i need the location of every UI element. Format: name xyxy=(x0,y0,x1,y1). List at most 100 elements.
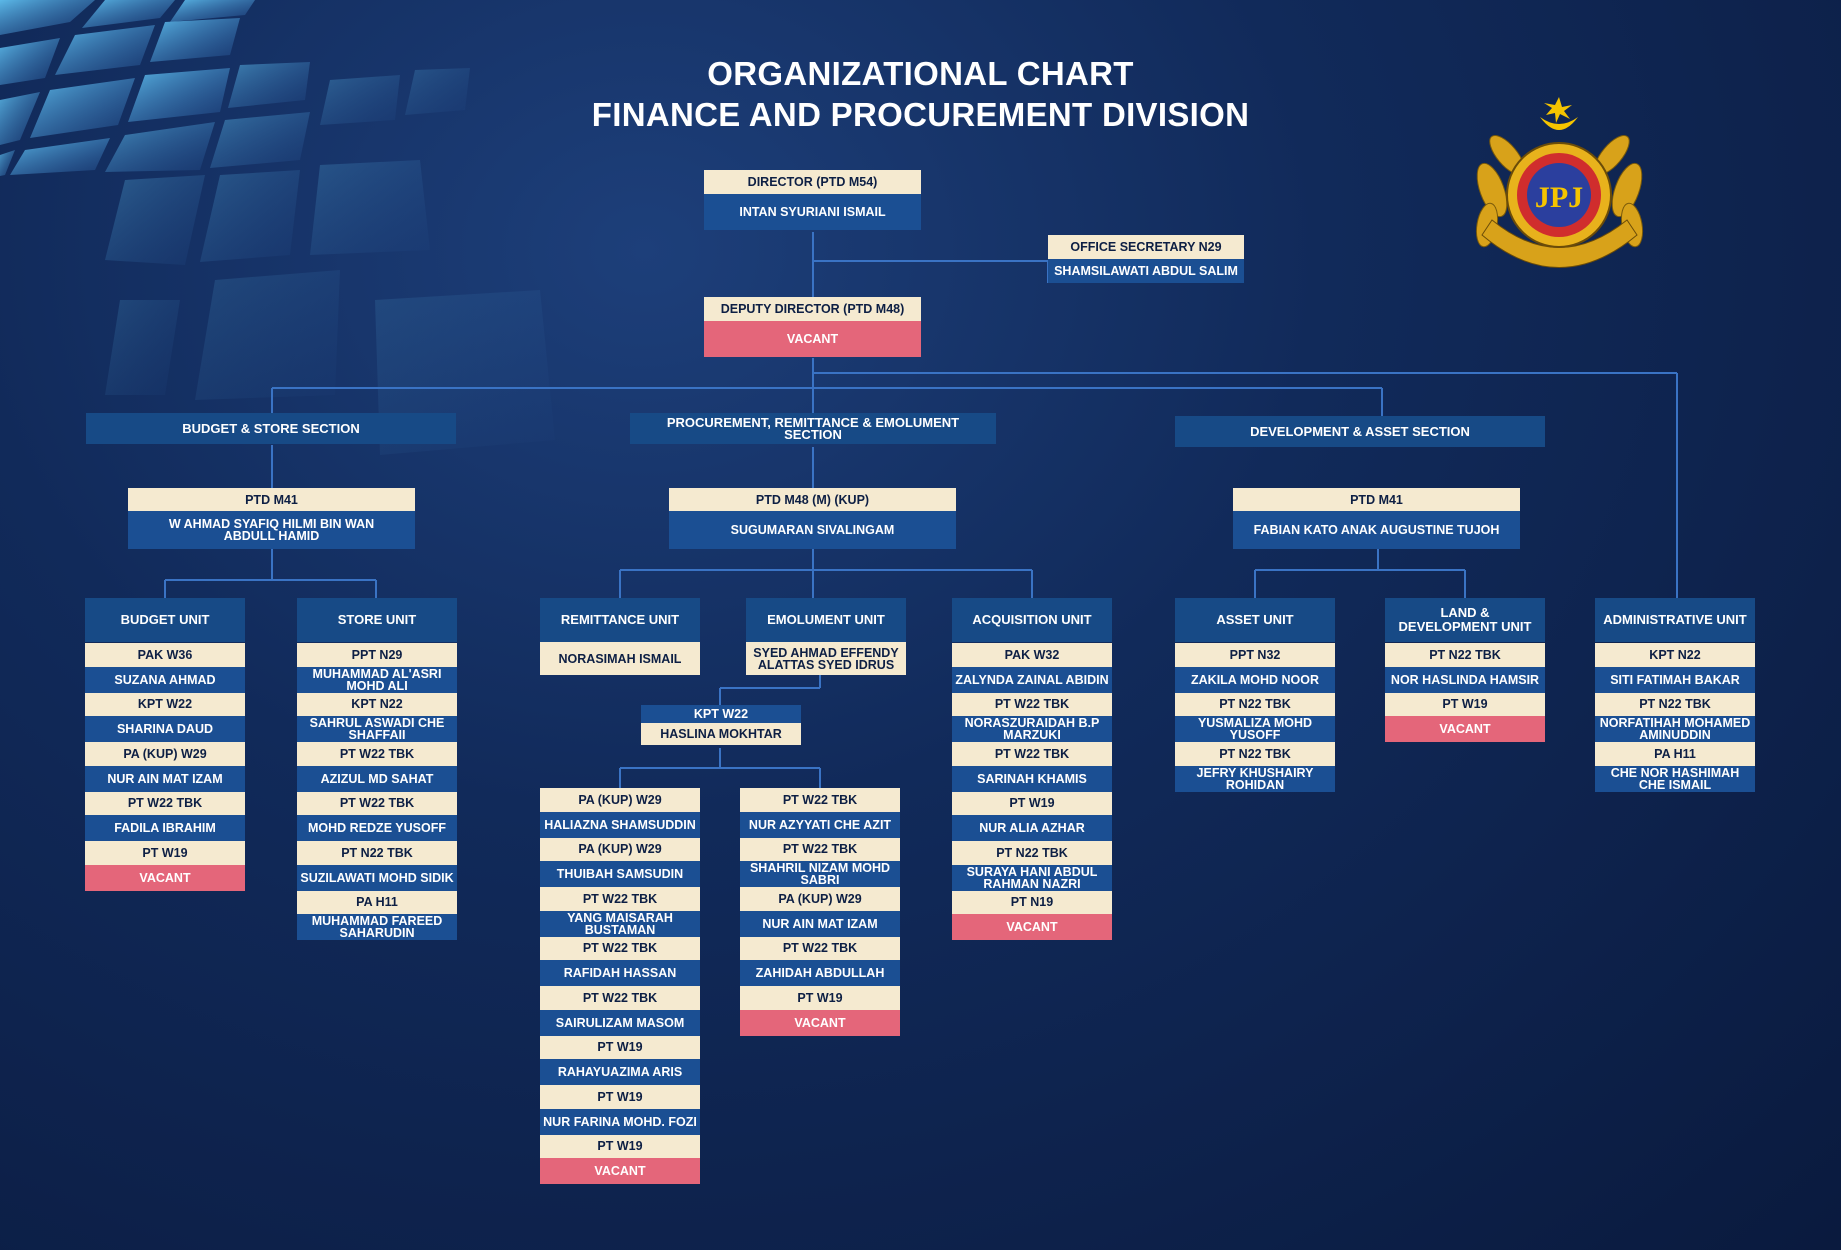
staff-position: PT W22 TBK xyxy=(540,986,700,1010)
staff-position: PA (KUP) W29 xyxy=(540,788,700,812)
staff-position: PA (KUP) W29 xyxy=(85,742,245,766)
staff-name: JEFRY KHUSHAIRY ROHIDAN xyxy=(1175,765,1335,792)
staff-position: PA H11 xyxy=(1595,742,1755,766)
unit-emolument: EMOLUMENT UNIT xyxy=(746,598,906,642)
staff-position: PT W19 xyxy=(540,1134,700,1158)
staff-name: SAIRULIZAM MASOM xyxy=(540,1009,700,1036)
kpt-name: HASLINA MOKHTAR xyxy=(641,723,801,745)
staff-position: PT W22 TBK xyxy=(740,837,900,861)
unit-store: STORE UNIT xyxy=(297,598,457,642)
staff-name: YANG MAISARAH BUSTAMAN xyxy=(540,910,700,937)
unit-land-development: LAND & DEVELOPMENT UNIT xyxy=(1385,598,1545,642)
section-development-asset: DEVELOPMENT & ASSET SECTION xyxy=(1175,416,1545,447)
staff-position: PT W22 TBK xyxy=(540,936,700,960)
staff-position: PT N22 TBK xyxy=(1385,643,1545,667)
staff-position: PT W22 TBK xyxy=(297,791,457,815)
budget-staff-list: PAK W36 SUZANA AHMAD KPT W22 SHARINA DAU… xyxy=(85,643,245,891)
staff-position: PA (KUP) W29 xyxy=(540,837,700,861)
staff-name: THUIBAH SAMSUDIN xyxy=(540,861,700,887)
section-procurement: PROCUREMENT, REMITTANCE & EMOLUMENT SECT… xyxy=(630,413,996,444)
staff-position: PA (KUP) W29 xyxy=(740,887,900,911)
remittance-name: NORASIMAH ISMAIL xyxy=(540,642,700,675)
staff-name-vacant: VACANT xyxy=(1385,716,1545,742)
staff-name: SHARINA DAUD xyxy=(85,716,245,742)
store-staff-list: PPT N29 MUHAMMAD AL'ASRI MOHD ALI KPT N2… xyxy=(297,643,457,940)
admin-staff-list: KPT N22 SITI FATIMAH BAKAR PT N22 TBK NO… xyxy=(1595,643,1755,792)
procurement-head-position: PTD M48 (M) (KUP) xyxy=(669,488,956,511)
staff-name-vacant: VACANT xyxy=(540,1158,700,1184)
svg-text:JPJ: JPJ xyxy=(1535,181,1583,214)
staff-name: SARINAH KHAMIS xyxy=(952,765,1112,792)
staff-name: NUR AIN MAT IZAM xyxy=(85,765,245,792)
staff-position: PT W19 xyxy=(1385,692,1545,716)
emolument-name: SYED AHMAD EFFENDY ALATTAS SYED IDRUS xyxy=(746,642,906,675)
staff-name: NUR ALIA AZHAR xyxy=(952,815,1112,841)
staff-name: YUSMALIZA MOHD YUSOFF xyxy=(1175,716,1335,742)
staff-position: PT N22 TBK xyxy=(1175,692,1335,716)
staff-name: SITI FATIMAH BAKAR xyxy=(1595,666,1755,693)
staff-position: PAK W32 xyxy=(952,643,1112,667)
staff-name: NORASZURAIDAH B.P MARZUKI xyxy=(952,716,1112,742)
staff-position: PAK W36 xyxy=(85,643,245,667)
development-head-name: FABIAN KATO ANAK AUGUSTINE TUJOH xyxy=(1233,511,1520,549)
staff-name: SUZANA AHMAD xyxy=(85,666,245,693)
staff-position: PT W22 TBK xyxy=(952,692,1112,716)
staff-name: MUHAMMAD AL'ASRI MOHD ALI xyxy=(297,666,457,693)
staff-position: PA H11 xyxy=(297,890,457,914)
staff-name: FADILA IBRAHIM xyxy=(85,815,245,841)
staff-name: CHE NOR HASHIMAH CHE ISMAIL xyxy=(1595,765,1755,792)
remittance-staff: NORASIMAH ISMAIL xyxy=(540,642,700,675)
staff-name: NORFATIHAH MOHAMED AMINUDDIN xyxy=(1595,716,1755,742)
budget-head-name: W AHMAD SYAFIQ HILMI BIN WAN ABDULL HAMI… xyxy=(128,511,415,549)
section-budget-store: BUDGET & STORE SECTION xyxy=(86,413,456,444)
staff-name: MUHAMMAD FAREED SAHARUDIN xyxy=(297,914,457,940)
staff-name: SAHRUL ASWADI CHE SHAFFAII xyxy=(297,716,457,742)
staff-name: NOR HASLINDA HAMSIR xyxy=(1385,666,1545,693)
staff-name: SURAYA HANI ABDUL RAHMAN NAZRI xyxy=(952,864,1112,891)
unit-remittance: REMITTANCE UNIT xyxy=(540,598,700,642)
staff-position: PT W22 TBK xyxy=(540,887,700,911)
staff-name: SHAHRIL NIZAM MOHD SABRI xyxy=(740,861,900,887)
staff-name: ZAHIDAH ABDULLAH xyxy=(740,960,900,986)
staff-position: PT W19 xyxy=(540,1085,700,1109)
staff-name-vacant: VACANT xyxy=(85,864,245,891)
director-name: INTAN SYURIANI ISMAIL xyxy=(704,194,921,230)
deputy-box: DEPUTY DIRECTOR (PTD M48) VACANT xyxy=(704,297,921,357)
unit-budget: BUDGET UNIT xyxy=(85,598,245,642)
chart-title: ORGANIZATIONAL CHART xyxy=(707,55,1134,92)
staff-position: PT W22 TBK xyxy=(740,936,900,960)
staff-name-vacant: VACANT xyxy=(952,914,1112,940)
staff-position: PT N22 TBK xyxy=(952,841,1112,865)
staff-position: PT N22 TBK xyxy=(1175,742,1335,766)
staff-position: PT W22 TBK xyxy=(297,742,457,766)
secretary-name: SHAMSILAWATI ABDUL SALIM xyxy=(1048,259,1244,283)
staff-name: ZALYNDA ZAINAL ABIDIN xyxy=(952,666,1112,693)
staff-name-vacant: VACANT xyxy=(740,1009,900,1036)
secretary-position: OFFICE SECRETARY N29 xyxy=(1048,235,1244,259)
staff-position: PT W22 TBK xyxy=(740,788,900,812)
deputy-name: VACANT xyxy=(704,321,921,357)
unit-acquisition: ACQUISITION UNIT xyxy=(952,598,1112,642)
staff-position: PT W19 xyxy=(85,841,245,865)
jpj-logo: JPJ xyxy=(1475,97,1644,268)
asset-staff-list: PPT N32 ZAKILA MOHD NOOR PT N22 TBK YUSM… xyxy=(1175,643,1335,792)
unit-asset: ASSET UNIT xyxy=(1175,598,1335,642)
staff-position: PPT N32 xyxy=(1175,643,1335,667)
kpt-box: KPT W22 HASLINA MOKHTAR xyxy=(641,705,801,745)
staff-name: ZAKILA MOHD NOOR xyxy=(1175,666,1335,693)
staff-position: PPT N29 xyxy=(297,643,457,667)
staff-name: SUZILAWATI MOHD SIDIK xyxy=(297,864,457,891)
emolument-staff: SYED AHMAD EFFENDY ALATTAS SYED IDRUS xyxy=(746,642,906,675)
staff-position: PT N19 xyxy=(952,890,1112,914)
deputy-position: DEPUTY DIRECTOR (PTD M48) xyxy=(704,297,921,321)
land-staff-list: PT N22 TBK NOR HASLINDA HAMSIR PT W19 VA… xyxy=(1385,643,1545,742)
procurement-section-head: PTD M48 (M) (KUP) SUGUMARAN SIVALINGAM xyxy=(669,488,956,549)
procurement-head-name: SUGUMARAN SIVALINGAM xyxy=(669,511,956,549)
secretary-box: OFFICE SECRETARY N29 SHAMSILAWATI ABDUL … xyxy=(1048,235,1244,283)
staff-position: PT N22 TBK xyxy=(297,841,457,865)
staff-name: NUR FARINA MOHD. FOZI xyxy=(540,1108,700,1135)
staff-name: AZIZUL MD SAHAT xyxy=(297,765,457,792)
staff-position: PT N22 TBK xyxy=(1595,692,1755,716)
staff-name: NUR AZYYATI CHE AZIT xyxy=(740,811,900,838)
budget-section-head: PTD M41 W AHMAD SYAFIQ HILMI BIN WAN ABD… xyxy=(128,488,415,549)
